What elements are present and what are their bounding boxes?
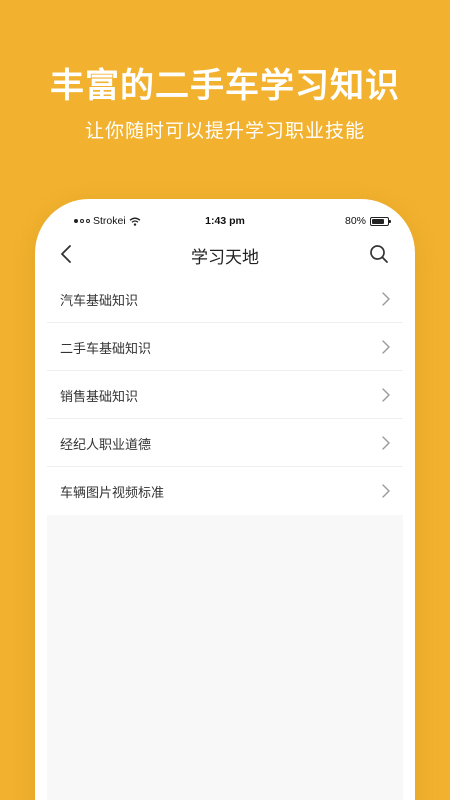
- battery-percent: 80%: [344, 215, 366, 227]
- chevron-right-icon: [382, 340, 390, 354]
- list-item[interactable]: 二手车基础知识: [47, 323, 403, 371]
- category-list: 汽车基础知识 二手车基础知识 销售基础知识 经纪人职业道德 车辆图片视频标准: [47, 275, 403, 515]
- chevron-right-icon: [382, 436, 390, 450]
- page-title: 学习天地: [191, 248, 259, 268]
- list-item[interactable]: 销售基础知识: [47, 371, 403, 419]
- list-item[interactable]: 经纪人职业道德: [47, 419, 403, 467]
- chevron-right-icon: [382, 388, 390, 402]
- chevron-right-icon: [382, 292, 390, 306]
- status-battery-group: 80%: [344, 215, 391, 227]
- list-item-label: 汽车基础知识: [60, 294, 139, 309]
- list-item-label: 车辆图片视频标准: [60, 486, 165, 501]
- promo-subtitle: 让你随时可以提升学习职业技能: [84, 120, 365, 142]
- list-item[interactable]: 汽车基础知识: [47, 275, 403, 323]
- list-item[interactable]: 车辆图片视频标准: [47, 467, 403, 515]
- battery-icon: [370, 216, 391, 226]
- promo-title: 丰富的二手车学习知识: [50, 66, 400, 106]
- list-item-label: 销售基础知识: [60, 390, 139, 405]
- content-area: 汽车基础知识 二手车基础知识 销售基础知识 经纪人职业道德 车辆图片视频标准: [47, 275, 403, 800]
- list-item-label: 经纪人职业道德: [60, 438, 152, 453]
- search-icon[interactable]: [367, 242, 391, 266]
- battery-level-fill: [372, 218, 384, 224]
- list-item-label: 二手车基础知识: [60, 342, 152, 357]
- phone-mockup: Strokei 1:43 pm 80% 学习天地 汽车基础知识 二手车基础知识 …: [35, 199, 415, 800]
- status-bar: Strokei 1:43 pm 80%: [35, 213, 415, 231]
- chevron-right-icon: [382, 484, 390, 498]
- navigation-bar: 学习天地: [35, 237, 415, 273]
